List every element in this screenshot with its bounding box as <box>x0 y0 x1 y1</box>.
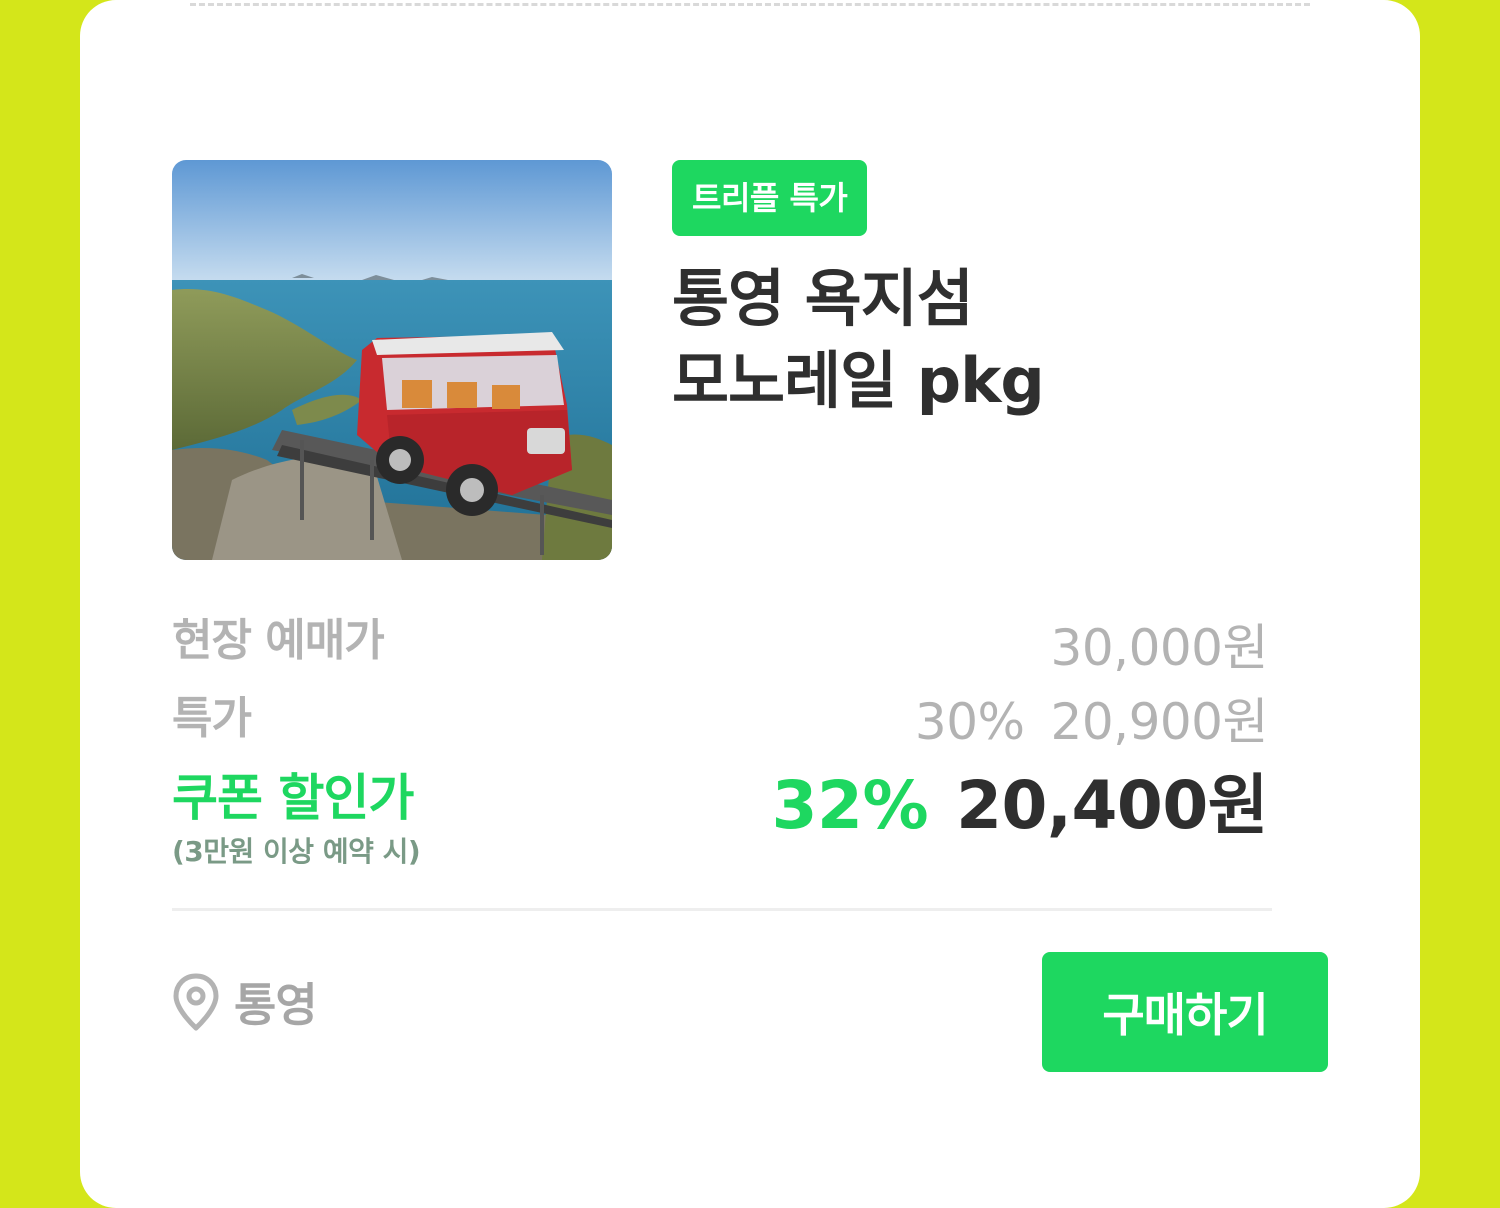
product-title[interactable]: 통영 욕지섬 모노레일 pkg <box>672 258 1045 422</box>
special-price-label: 특가 <box>172 693 252 744</box>
product-card: 트리플 특가 통영 욕지섬 모노레일 pkg 현장 예매가 30,000원 특가… <box>80 0 1420 1208</box>
coupon-price-row: 32% 20,400원 <box>771 752 1269 848</box>
location-pin-icon <box>173 973 219 1031</box>
special-price-row: 30% 20,900원 <box>914 682 1269 754</box>
coupon-price-value: 20,400원 <box>956 767 1268 844</box>
onsite-price-value: 30,000원 <box>1050 619 1269 677</box>
special-deal-badge: 트리플 특가 <box>672 160 868 236</box>
title-line-1: 통영 욕지섬 <box>672 262 974 335</box>
location-name: 통영 <box>234 978 318 1032</box>
section-divider <box>172 908 1272 911</box>
buy-button[interactable]: 구매하기 <box>1042 952 1328 1072</box>
location: 통영 <box>172 972 318 1032</box>
dashed-divider <box>190 3 1310 6</box>
title-line-2: 모노레일 pkg <box>672 344 1045 417</box>
coupon-condition-note: (3만원 이상 예약 시) <box>172 835 421 868</box>
special-price-value: 20,900원 <box>1050 693 1269 751</box>
product-image[interactable] <box>172 160 612 560</box>
coupon-price-label: 쿠폰 할인가 <box>172 769 414 827</box>
onsite-price-label: 현장 예매가 <box>172 615 385 666</box>
coupon-discount-rate: 32% <box>771 767 929 844</box>
special-discount-rate: 30% <box>914 693 1025 751</box>
